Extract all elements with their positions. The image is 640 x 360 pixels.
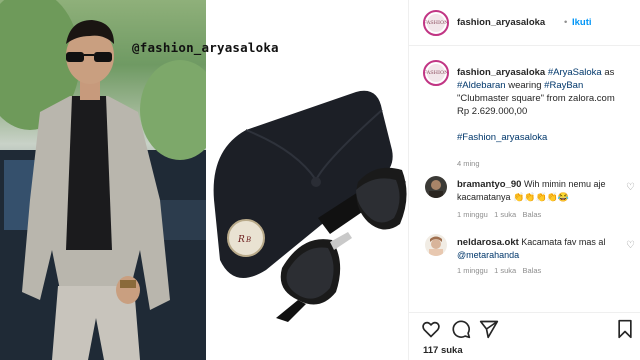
comment-like-count[interactable]: 1 suka bbox=[494, 210, 516, 219]
heart-icon[interactable]: ♡ bbox=[626, 240, 635, 251]
hashtag-link[interactable]: #Fashion_aryasaloka bbox=[457, 132, 547, 143]
instagram-post-window: R B @fashion_aryasaloka FASHION fashion_… bbox=[0, 0, 640, 360]
comment-text: Kacamata fav mas al bbox=[521, 237, 606, 247]
svg-text:B: B bbox=[245, 236, 251, 244]
comment-item: bramantyo_90 Wih mimin nemu aje kacamata… bbox=[425, 176, 635, 220]
caption-time[interactable]: 4 ming bbox=[457, 159, 480, 168]
comment-time[interactable]: 1 minggu bbox=[457, 266, 488, 275]
like-count[interactable]: 117 suka bbox=[423, 345, 463, 356]
avatar-image bbox=[425, 176, 447, 198]
svg-text:R: R bbox=[237, 235, 245, 245]
caption-username[interactable]: fashion_aryasaloka bbox=[457, 67, 545, 78]
post-image[interactable]: R B @fashion_aryasaloka bbox=[0, 0, 408, 360]
comment-avatar[interactable] bbox=[425, 234, 447, 256]
post-side-panel: FASHION fashion_aryasaloka • Ikuti FASHI… bbox=[408, 0, 640, 360]
comment-like-count[interactable]: 1 suka bbox=[494, 266, 516, 275]
header-avatar[interactable]: FASHION bbox=[423, 10, 449, 36]
heart-icon[interactable] bbox=[421, 319, 441, 339]
avatar-image bbox=[425, 234, 447, 256]
hashtag-link[interactable]: #RayBan bbox=[544, 80, 583, 91]
post-header: FASHION fashion_aryasaloka • Ikuti bbox=[409, 0, 640, 46]
caption-avatar[interactable]: FASHION bbox=[423, 60, 449, 86]
caption-price: Rp 2.629.000,00 bbox=[457, 106, 528, 117]
comment-meta: 1 minggu 1 suka Balas bbox=[457, 210, 541, 219]
watermark-handle: @fashion_aryasaloka bbox=[132, 40, 279, 55]
post-caption: fashion_aryasaloka #AryaSaloka as #Aldeb… bbox=[457, 66, 635, 170]
comment-body: neldarosa.okt Kacamata fav mas al @metar… bbox=[457, 236, 617, 261]
caption-text: wearing bbox=[508, 80, 542, 91]
comment-time[interactable]: 1 minggu bbox=[457, 210, 488, 219]
comment-item: neldarosa.okt Kacamata fav mas al @metar… bbox=[425, 234, 635, 278]
comment-username[interactable]: bramantyo_90 bbox=[457, 179, 521, 190]
comment-meta: 1 minggu 1 suka Balas bbox=[457, 266, 541, 275]
comment-avatar[interactable] bbox=[425, 176, 447, 198]
heart-icon[interactable]: ♡ bbox=[626, 182, 635, 193]
avatar-logo: FASHION bbox=[425, 64, 447, 82]
post-actions: 117 suka bbox=[409, 312, 640, 360]
follow-button[interactable]: Ikuti bbox=[572, 17, 592, 28]
comment-username[interactable]: neldarosa.okt bbox=[457, 237, 519, 248]
header-username[interactable]: fashion_aryasaloka bbox=[457, 17, 545, 28]
caption-text: "Clubmaster square" from zalora.com bbox=[457, 93, 615, 104]
comment-body: bramantyo_90 Wih mimin nemu aje kacamata… bbox=[457, 178, 617, 203]
avatar-logo: FASHION bbox=[425, 14, 447, 32]
comment-icon[interactable] bbox=[451, 319, 471, 339]
hashtag-link[interactable]: #Aldebaran bbox=[457, 80, 506, 91]
comment-emojis: 👏👏👏👏😂 bbox=[513, 192, 570, 202]
hashtag-link[interactable]: #AryaSaloka bbox=[548, 67, 602, 78]
caption-text: as bbox=[604, 67, 615, 78]
comment-reply-button[interactable]: Balas bbox=[523, 266, 542, 275]
bookmark-icon[interactable] bbox=[615, 319, 635, 339]
header-separator: • bbox=[564, 17, 568, 28]
mention-link[interactable]: @metarahanda bbox=[457, 250, 519, 260]
share-icon[interactable] bbox=[479, 319, 499, 339]
comment-reply-button[interactable]: Balas bbox=[523, 210, 542, 219]
